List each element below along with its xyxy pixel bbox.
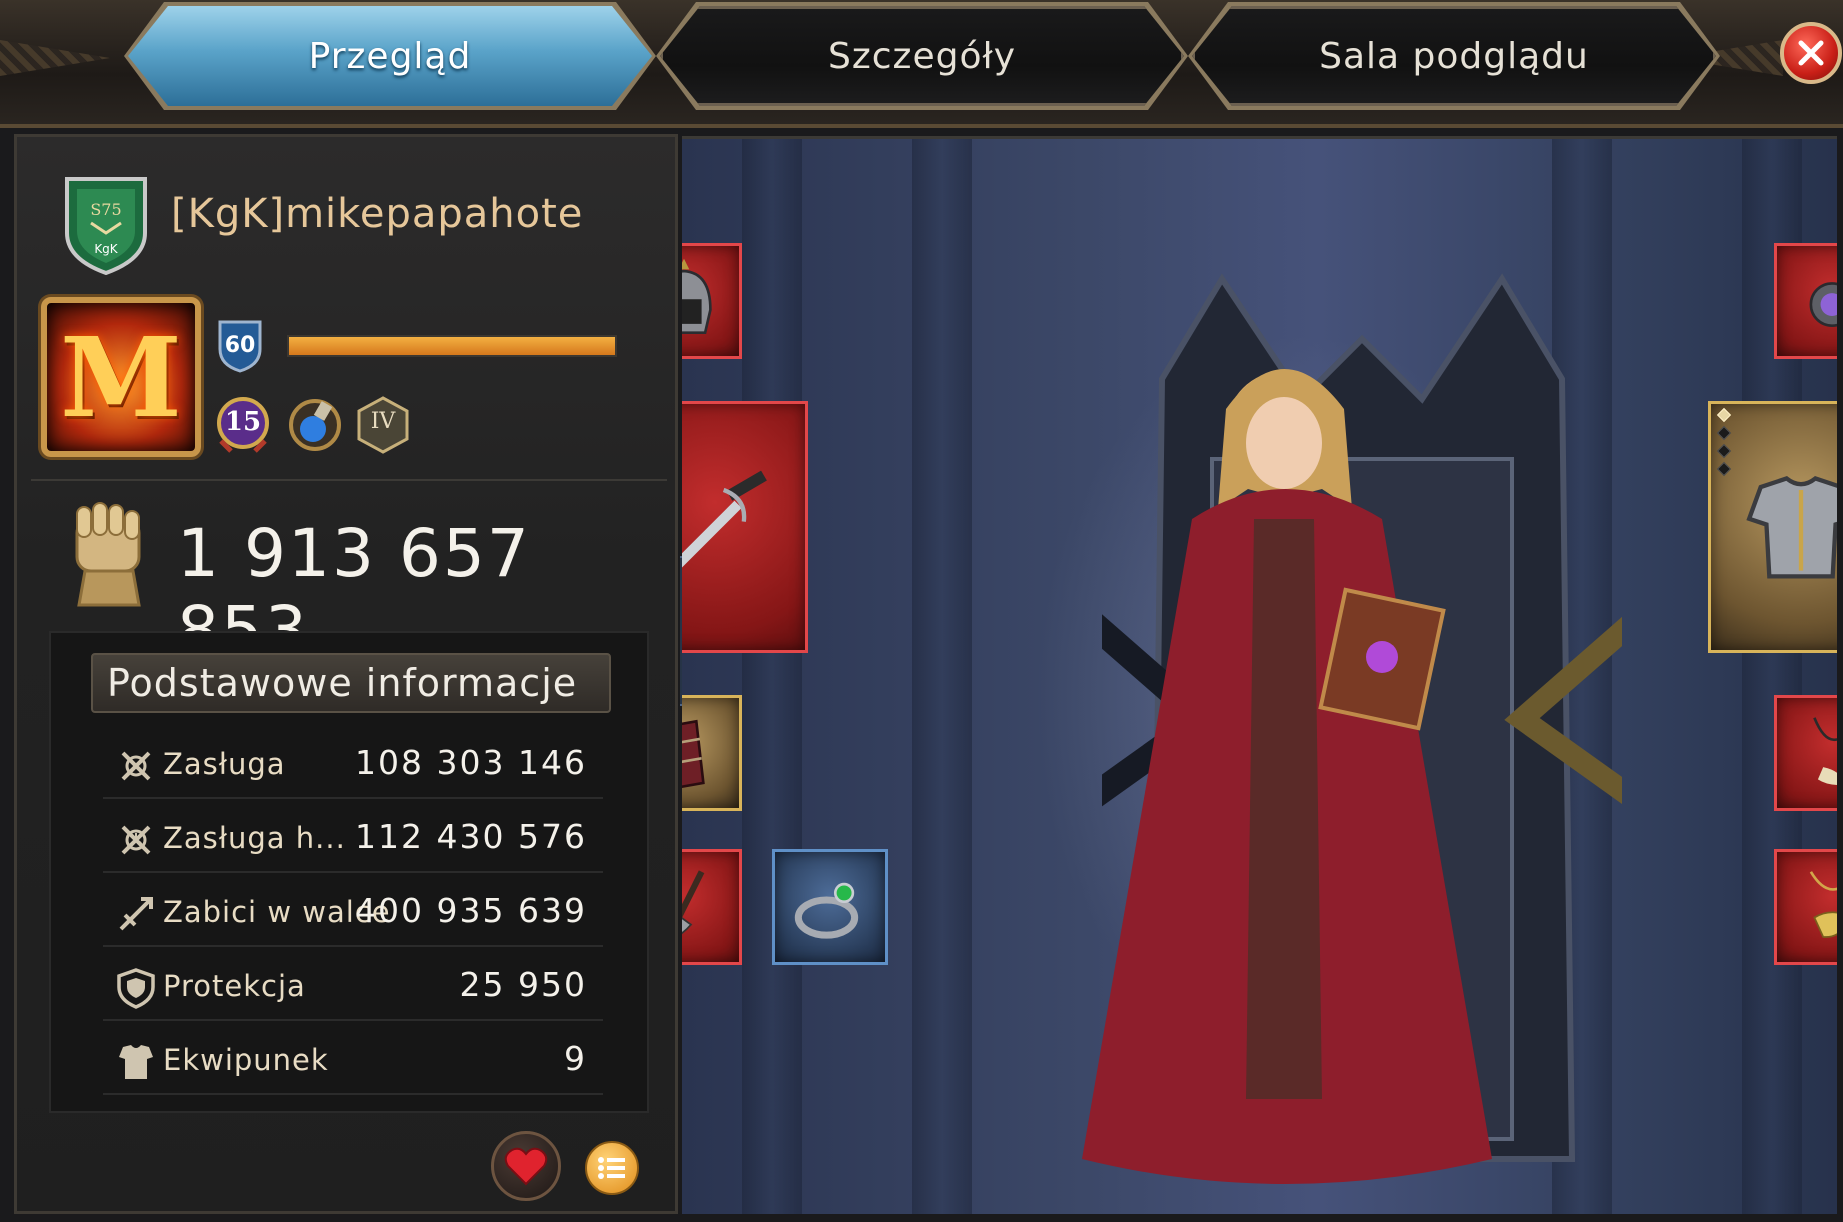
svg-text:KgK: KgK — [94, 242, 118, 256]
star-pip — [1716, 461, 1732, 477]
character-scene — [682, 136, 1837, 1214]
xp-bar-fill — [289, 337, 615, 355]
equip-slot-amulet[interactable] — [1774, 243, 1837, 359]
close-icon — [1798, 40, 1824, 66]
amulet-icon — [1809, 282, 1837, 327]
guild-badge-icon[interactable]: S75 KgK — [63, 175, 149, 275]
list-icon — [598, 1157, 625, 1179]
tab-overview[interactable]: Przegląd — [128, 6, 652, 106]
potion-badge-icon[interactable] — [287, 395, 343, 455]
svg-text:S75: S75 — [90, 200, 121, 219]
shield-icon — [117, 968, 155, 1009]
ornament-left — [0, 40, 110, 76]
stat-row-kills[interactable]: Zabici w walce 400 935 639 — [103, 873, 603, 947]
star-pip — [1716, 407, 1732, 423]
rank-level: IV — [370, 409, 396, 434]
star-pip — [1716, 443, 1732, 459]
chest-armor-icon — [1746, 475, 1837, 579]
basic-info-box: Podstawowe informacje Zasługa 108 303 14… — [49, 631, 649, 1113]
heart-icon — [504, 1147, 548, 1186]
stat-value: 112 430 576 — [355, 817, 587, 856]
player-avatar[interactable]: M — [41, 297, 201, 457]
hero-character-image — [1082, 369, 1492, 1184]
ring-icon — [794, 882, 859, 939]
bracer-icon — [682, 719, 705, 789]
equip-slot-bracers[interactable] — [682, 695, 742, 811]
tab-bar: Przegląd Szczegóły Sala podglądu — [0, 0, 1843, 128]
tab-preview-hall[interactable]: Sala podglądu — [1192, 6, 1716, 106]
tab-overview-label: Przegląd — [308, 35, 472, 77]
background-pillar — [742, 139, 802, 1214]
merit-icon — [121, 751, 151, 781]
historic-merit-icon — [121, 825, 151, 855]
tab-preview-hall-label: Sala podglądu — [1319, 35, 1589, 77]
stat-row-equipment[interactable]: Ekwipunek 9 — [103, 1021, 603, 1095]
stat-value: 9 — [564, 1039, 587, 1078]
equip-slot-pendant[interactable] — [1774, 849, 1837, 965]
basic-info-title: Podstawowe informacje — [91, 653, 611, 713]
divider — [31, 479, 667, 481]
tab-details-label: Szczegóły — [828, 35, 1016, 77]
kills-icon — [119, 897, 153, 931]
stat-label: Ekwipunek — [163, 1043, 329, 1077]
vip-level: 15 — [224, 407, 262, 437]
stat-label: Zasługa — [163, 747, 286, 781]
star-pip — [1716, 425, 1732, 441]
background-pillar — [912, 139, 972, 1214]
xp-bar — [287, 335, 617, 357]
equip-slot-ring[interactable] — [772, 849, 888, 965]
armor-icon — [119, 1045, 153, 1079]
equip-slot-helmet[interactable] — [682, 243, 742, 359]
helmet-icon — [682, 258, 712, 334]
player-info-panel: S75 KgK [KgK]mikepapahote M 60 15 IV 1 9… — [14, 134, 678, 1214]
stat-row-merit[interactable]: Zasługa 108 303 146 — [103, 725, 603, 799]
stat-label: Protekcja — [163, 969, 306, 1003]
stat-label: Zasługa h... — [163, 821, 346, 855]
like-button[interactable] — [491, 1131, 561, 1201]
player-level: 60 — [224, 333, 256, 358]
stat-row-historic-merit[interactable]: Zasługa h... 112 430 576 — [103, 799, 603, 873]
pendant-icon — [1809, 871, 1837, 938]
tab-details[interactable]: Szczegóły — [660, 6, 1184, 106]
avatar-letter: M — [60, 312, 182, 442]
necklace-icon — [1813, 717, 1837, 785]
power-fist-icon — [75, 502, 141, 607]
sword-icon — [682, 470, 767, 568]
equip-slot-necklace[interactable] — [1774, 695, 1837, 811]
axe-icon — [682, 870, 705, 935]
stat-value: 25 950 — [459, 965, 587, 1004]
equip-slot-weapon[interactable] — [682, 401, 808, 653]
equip-slot-chest[interactable] — [1708, 401, 1837, 653]
stat-value: 108 303 146 — [355, 743, 587, 782]
player-name: [KgK]mikepapahote — [171, 191, 584, 237]
close-button[interactable] — [1780, 22, 1842, 84]
list-button[interactable] — [585, 1141, 639, 1195]
equip-slot-axe[interactable] — [682, 849, 742, 965]
stat-value: 400 935 639 — [355, 891, 587, 930]
star-pips — [1716, 407, 1732, 477]
stat-row-protection[interactable]: Protekcja 25 950 — [103, 947, 603, 1021]
